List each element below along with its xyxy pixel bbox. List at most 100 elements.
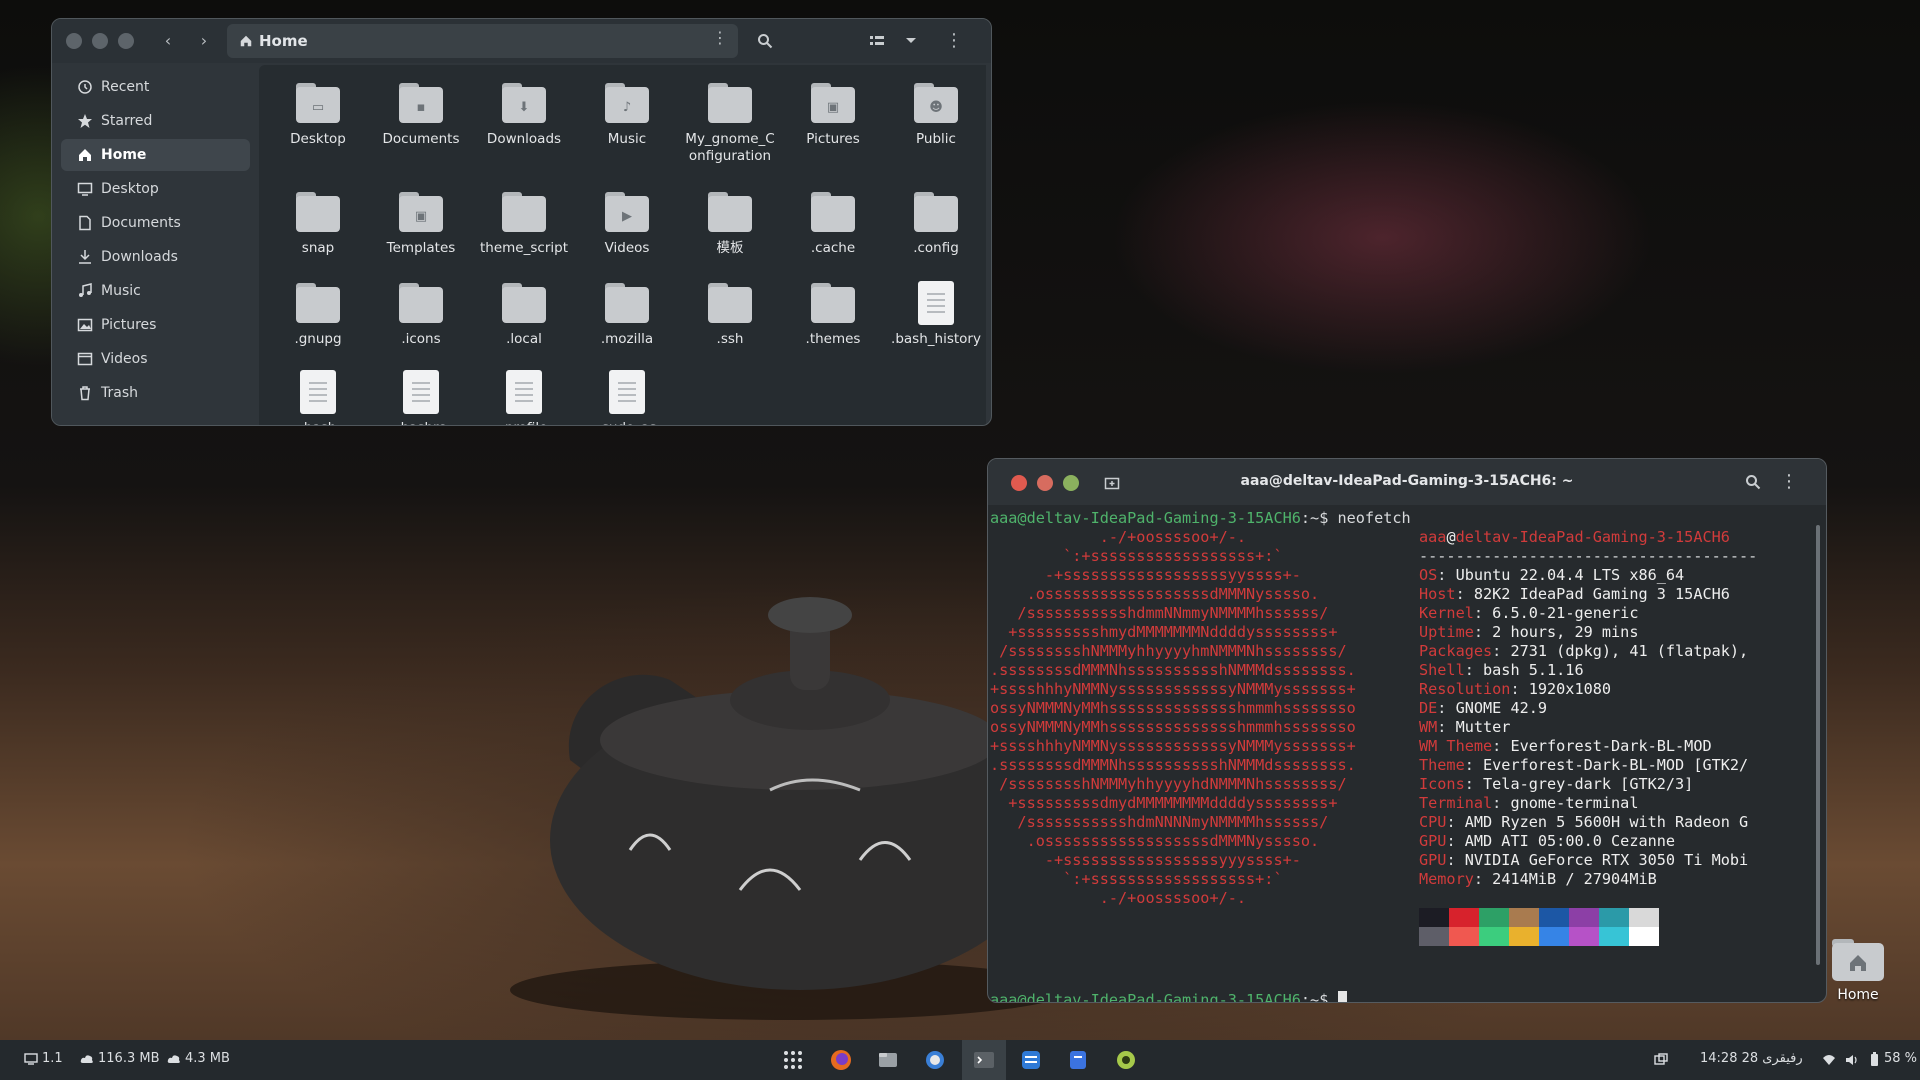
taskbar: 1.1 116.3 MB 4.3 MB 14:28 28 رفیقری 58 % xyxy=(0,1040,1920,1080)
folder-item[interactable]: .ssh xyxy=(681,281,779,348)
path-bar[interactable]: Home ⋮ xyxy=(227,24,738,58)
folder-item[interactable]: snap xyxy=(269,190,367,257)
folder-item[interactable]: ▪ Documents xyxy=(372,81,470,148)
window-close-button[interactable] xyxy=(66,33,82,49)
folder-item[interactable]: .mozilla xyxy=(578,281,676,348)
search-icon[interactable] xyxy=(1745,474,1761,490)
download-indicator: 4.3 MB xyxy=(167,1051,230,1066)
file-item[interactable]: .profile xyxy=(475,370,573,425)
info-key: CPU xyxy=(1419,813,1447,831)
sidebar-item-recent[interactable]: Recent xyxy=(61,71,250,103)
search-icon[interactable] xyxy=(757,33,773,49)
terminal-scrollbar[interactable] xyxy=(1816,525,1820,965)
sidebar-item-home[interactable]: Home xyxy=(61,139,250,171)
monitor-icon xyxy=(24,1052,38,1065)
files-app-icon[interactable] xyxy=(876,1048,900,1072)
folder-item[interactable]: .local xyxy=(475,281,573,348)
settings-app-icon[interactable] xyxy=(1019,1048,1043,1072)
sidebar-item-downloads[interactable]: Downloads xyxy=(61,241,250,273)
folder-item[interactable]: ▣ Pictures xyxy=(784,81,882,148)
main-menu-icon[interactable]: ⋮ xyxy=(942,29,966,53)
download-icon xyxy=(79,250,91,264)
terminal-output[interactable]: aaa@deltav-IdeaPad-Gaming-3-15ACH6:~$ ne… xyxy=(990,509,1810,1002)
info-key: Memory xyxy=(1419,870,1474,888)
folder-item[interactable]: ▶ Videos xyxy=(578,190,676,257)
firefox-icon[interactable] xyxy=(829,1048,853,1072)
file-label: Music xyxy=(607,131,647,147)
command-line: aaa@deltav-IdeaPad-Gaming-3-15ACH6:~$ ne… xyxy=(990,509,1411,528)
files-grid: ▭ Desktop ▪ Documents ⬇ Downloads ♪ Music My_gno… xyxy=(259,65,986,425)
info-key: Theme xyxy=(1419,756,1465,774)
wifi-icon[interactable] xyxy=(1822,1053,1836,1067)
extension-app-icon[interactable] xyxy=(1114,1048,1138,1072)
info-value: NVIDIA GeForce RTX 3050 Ti Mobi xyxy=(1464,851,1749,869)
file-item[interactable]: .bashrc xyxy=(372,370,470,425)
folder-item[interactable]: My_gnome_Configuration xyxy=(681,81,779,165)
file-item[interactable]: .sudo_as xyxy=(578,370,676,425)
window-maximize-button[interactable] xyxy=(118,33,134,49)
chevron-down-icon[interactable] xyxy=(905,37,917,45)
folder-item[interactable]: .gnupg xyxy=(269,281,367,348)
info-value: 2731 (dpkg), 41 (flatpak), xyxy=(1510,642,1749,660)
software-center-icon[interactable] xyxy=(923,1048,947,1072)
sidebar-item-music[interactable]: Music xyxy=(61,275,250,307)
prompt-line[interactable]: aaa@deltav-IdeaPad-Gaming-3-15ACH6:~$ xyxy=(990,991,1347,1003)
battery-indicator[interactable]: 58 % xyxy=(1884,1051,1917,1066)
text-cursor xyxy=(1337,991,1347,1002)
color-swatch xyxy=(1419,908,1449,927)
forward-arrow-icon[interactable]: › xyxy=(192,29,216,53)
file-item[interactable]: .bash_history xyxy=(887,281,985,348)
desktop-home-icon[interactable]: Home xyxy=(1822,935,1894,1003)
folder-item[interactable]: .config xyxy=(887,190,985,257)
sidebar-item-starred[interactable]: Starred xyxy=(61,105,250,137)
text-file-icon xyxy=(500,370,548,414)
info-value: Everforest-Dark-BL-MOD [GTK2/ xyxy=(1483,756,1749,774)
prompt-symbol: $ xyxy=(1319,991,1329,1003)
window-minimize-button[interactable] xyxy=(92,33,108,49)
folder-item[interactable]: .icons xyxy=(372,281,470,348)
neofetch-logo-line: `:+ssssssssssssssssss+:` xyxy=(990,547,1283,565)
folder-item[interactable]: ⬇ Downloads xyxy=(475,81,573,148)
color-swatch xyxy=(1629,908,1659,927)
path-menu-icon[interactable]: ⋮ xyxy=(712,28,728,47)
color-swatch xyxy=(1539,908,1569,927)
terminal-menu-icon[interactable]: ⋮ xyxy=(1780,471,1798,492)
file-label: .ssh xyxy=(716,331,744,347)
folder-icon: ▭ xyxy=(294,81,342,125)
file-item[interactable]: .bash xyxy=(269,370,367,425)
folder-item[interactable]: .cache xyxy=(784,190,882,257)
color-swatch xyxy=(1509,927,1539,946)
sidebar-item-trash[interactable]: Trash xyxy=(61,377,250,409)
volume-icon[interactable] xyxy=(1845,1053,1859,1067)
cloud-upload-icon xyxy=(80,1054,93,1063)
info-value: Ubuntu 22.04.4 LTS x86_64 xyxy=(1455,566,1685,584)
folder-item[interactable]: theme_script xyxy=(475,190,573,257)
neofetch-info-line: Icons: Tela-grey-dark [GTK2/3] xyxy=(1419,775,1694,793)
folder-item[interactable]: ♪ Music xyxy=(578,81,676,148)
back-arrow-icon[interactable]: ‹ xyxy=(156,29,180,53)
workspace-indicator[interactable]: 1.1 xyxy=(24,1051,63,1066)
text-editor-icon[interactable] xyxy=(1066,1048,1090,1072)
clock[interactable]: 14:28 28 رفیقری xyxy=(1700,1051,1803,1066)
battery-icon[interactable] xyxy=(1870,1052,1879,1067)
sidebar-item-videos[interactable]: Videos xyxy=(61,343,250,375)
folder-icon xyxy=(809,190,857,234)
info-value: Everforest-Dark-BL-MOD xyxy=(1510,737,1712,755)
sidebar-item-pictures[interactable]: Pictures xyxy=(61,309,250,341)
neofetch-info-line: GPU: AMD ATI 05:00.0 Cezanne xyxy=(1419,832,1676,850)
sidebar-item-documents[interactable]: Documents xyxy=(61,207,250,239)
folder-item[interactable]: .themes xyxy=(784,281,882,348)
view-list-icon[interactable] xyxy=(870,35,884,47)
app-grid-icon[interactable] xyxy=(781,1048,805,1072)
folder-item[interactable]: ▭ Desktop xyxy=(269,81,367,148)
info-key: GPU xyxy=(1419,832,1447,850)
color-swatch xyxy=(1419,927,1449,946)
folder-item[interactable]: ▣ Templates xyxy=(372,190,470,257)
screen-share-icon[interactable] xyxy=(1654,1053,1668,1067)
folder-item[interactable]: ☻ Public xyxy=(887,81,985,148)
trash-icon xyxy=(80,386,90,401)
info-key: DE xyxy=(1419,699,1438,717)
sidebar-item-desktop[interactable]: Desktop xyxy=(61,173,250,205)
terminal-app-icon[interactable] xyxy=(972,1048,996,1072)
folder-item[interactable]: 模板 xyxy=(681,190,779,257)
